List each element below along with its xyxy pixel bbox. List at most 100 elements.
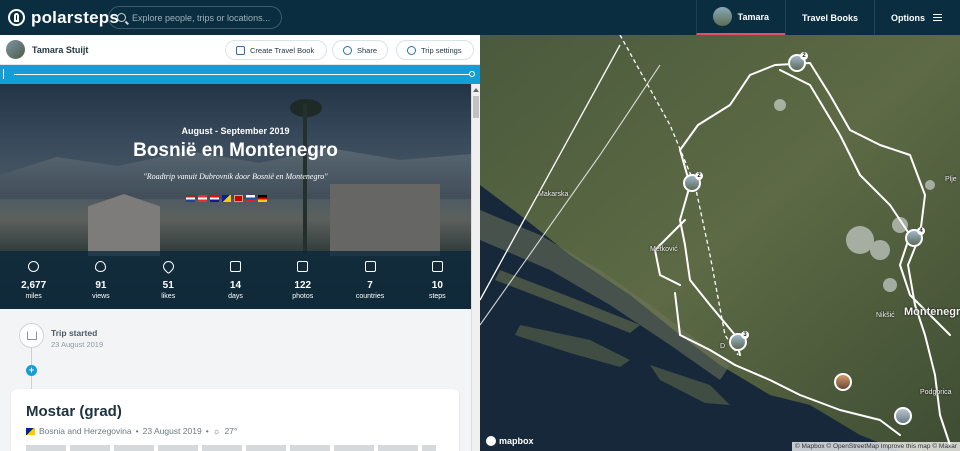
stat-days: 14 days	[205, 260, 265, 300]
country-flags	[186, 195, 267, 202]
nav-options-label: Options	[891, 12, 925, 23]
trip-map[interactable]: Makarska Metković Nikšić Montenegro Plje…	[480, 35, 960, 451]
nav-options[interactable]: Options	[874, 0, 960, 35]
stat-photos: 122 photos	[273, 260, 333, 300]
stat-value: 7	[367, 279, 373, 291]
stat-label: steps	[428, 292, 446, 300]
search-icon	[117, 13, 126, 22]
pin-count-badge: 2	[800, 52, 808, 60]
share-icon	[343, 45, 352, 55]
nav-user[interactable]: Tamara	[695, 0, 785, 35]
home-icon	[19, 323, 44, 348]
mapbox-text: mapbox	[499, 436, 534, 446]
eye-icon	[95, 260, 107, 272]
map-photo-pin[interactable]: 2	[683, 172, 703, 192]
step-date: 23 August 2019	[142, 426, 202, 436]
mapbox-icon	[486, 436, 496, 446]
trip-progress-bar[interactable]	[0, 65, 480, 84]
trip-dates: August - September 2019	[181, 126, 290, 136]
owner-name[interactable]: Tamara Stuijt	[32, 45, 88, 55]
map-photo-pin[interactable]: 3	[729, 331, 749, 351]
stat-label: photos	[292, 292, 314, 300]
separator-dot: •	[135, 426, 139, 436]
nav-user-name: Tamara	[737, 11, 769, 22]
share-label: Share	[356, 45, 377, 55]
stat-countries: 7 countries	[340, 260, 400, 300]
search-input[interactable]: Explore people, trips or locations...	[108, 6, 282, 29]
polarsteps-logo[interactable]: polarsteps	[8, 8, 119, 28]
stat-label: likes	[161, 292, 176, 300]
owner-avatar[interactable]	[6, 40, 25, 59]
pin-count-badge: 4	[917, 227, 925, 235]
avatar	[712, 7, 732, 26]
step-meta: Bosnia and Herzegovina • 23 August 2019 …	[26, 426, 237, 436]
stat-value: 10	[431, 279, 443, 291]
scrollbar[interactable]	[471, 84, 480, 451]
passport-icon	[364, 260, 376, 272]
top-bar: polarsteps Explore people, trips or loca…	[0, 0, 960, 35]
mapbox-logo[interactable]: mapbox	[486, 436, 534, 446]
flag-bosnia-icon	[26, 427, 35, 435]
map-label-makarska: Makarska	[538, 191, 569, 198]
create-travel-book-button[interactable]: Create Travel Book	[225, 40, 327, 60]
trip-title: Bosnië en Montenegro	[133, 140, 338, 161]
footprint-icon	[431, 260, 443, 272]
progress-end-dot	[469, 71, 475, 77]
create-book-label: Create Travel Book	[250, 45, 315, 55]
logo-text: polarsteps	[31, 7, 119, 27]
map-photo-pin[interactable]: 2	[788, 52, 808, 72]
share-button[interactable]: Share	[332, 40, 388, 60]
map-label-pljevlja: Plje	[945, 176, 957, 183]
pin-count-badge: 2	[695, 172, 703, 180]
heart-icon	[160, 258, 176, 274]
stat-label: views	[92, 292, 110, 300]
map-label-metkovic: Metković	[650, 246, 678, 253]
map-canvas[interactable]	[480, 35, 960, 451]
flag-netherlands-icon	[186, 195, 195, 202]
nav-travel-books[interactable]: Travel Books	[784, 0, 874, 35]
flag-slovenia-icon	[246, 195, 255, 202]
flag-bosnia-icon	[222, 195, 231, 202]
stat-steps: 10 steps	[407, 260, 467, 300]
map-attribution[interactable]: © Mapbox © OpenStreetMap Improve this ma…	[791, 442, 960, 451]
step-description	[26, 445, 436, 451]
map-label-montenegro: Montenegro	[904, 306, 960, 318]
stat-value: 122	[294, 279, 312, 291]
logo-icon	[8, 9, 25, 26]
scroll-up-arrow-icon[interactable]	[473, 88, 479, 92]
add-step-button[interactable]: +	[26, 365, 37, 376]
trip-settings-button[interactable]: Trip settings	[396, 40, 474, 60]
top-nav: Tamara Travel Books Options	[695, 0, 960, 35]
step-card[interactable]: Mostar (grad) Bosnia and Herzegovina • 2…	[11, 389, 459, 451]
stat-value: 2,677	[21, 279, 47, 291]
step-title[interactable]: Mostar (grad)	[26, 403, 122, 420]
weather-icon: ☼	[212, 426, 221, 436]
trip-stats: 2,677 miles 91 views 51 likes 14 days 122 pho…	[0, 251, 471, 309]
trip-summary: "Roadtrip vanuit Dubrovnik door Bosnië e…	[143, 172, 328, 181]
camera-icon	[297, 260, 309, 272]
gear-icon	[407, 45, 416, 55]
flag-germany-icon	[258, 195, 267, 202]
search-placeholder: Explore people, trips or locations...	[132, 12, 271, 23]
stat-views: 91 views	[71, 260, 131, 300]
map-photo-pin[interactable]: 4	[905, 227, 925, 247]
trip-panel: Tamara Stuijt Create Travel Book Share T…	[0, 35, 480, 451]
book-icon	[236, 45, 245, 55]
map-label-podgorica: Podgorica	[920, 389, 952, 396]
map-label-niksic: Nikšić	[876, 312, 895, 319]
stat-likes[interactable]: 51 likes	[138, 258, 198, 300]
menu-icon	[933, 14, 942, 21]
progress-line	[14, 74, 471, 75]
flag-montenegro-icon	[234, 195, 243, 202]
pin-count-badge: 3	[741, 331, 749, 339]
trip-timeline: Trip started 23 August 2019 + Mostar (gr…	[0, 309, 471, 451]
map-photo-pin[interactable]	[834, 373, 852, 391]
stat-label: days	[228, 292, 243, 300]
calendar-icon	[229, 260, 241, 272]
trip-started-title: Trip started	[51, 328, 98, 338]
stat-miles: 2,677 miles	[4, 260, 64, 300]
stat-value: 91	[95, 279, 107, 291]
scrollbar-thumb[interactable]	[473, 96, 479, 118]
separator-dot: •	[205, 426, 209, 436]
map-photo-pin[interactable]	[894, 407, 912, 425]
